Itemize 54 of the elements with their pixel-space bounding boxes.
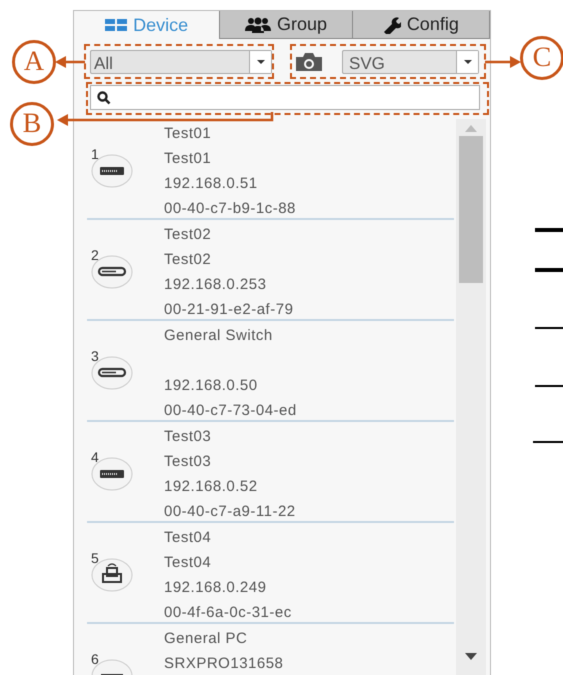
ip-address: 192.168.0.253: [164, 275, 268, 295]
device-name: Test03: [164, 427, 212, 447]
device-alias: SRXPRO131658: [164, 654, 284, 674]
mac-address: 00-40-c7-a9-11-22: [164, 502, 296, 522]
mac-address: 00-40-c7-b9-1c-88: [164, 199, 296, 219]
callout-label: B: [10, 102, 54, 146]
device-name: General PC: [164, 629, 248, 649]
row-number: 3: [91, 347, 99, 366]
scroll-up-icon[interactable]: [465, 125, 477, 132]
mac-address: 00-21-91-e2-af-79: [164, 300, 294, 320]
row-number: 6: [91, 650, 99, 669]
ip-address: 192.168.0.52: [164, 477, 259, 497]
device-name: Test01: [164, 124, 212, 144]
device-name: Test04: [164, 528, 212, 548]
wrench-icon: [382, 16, 401, 34]
callout-label: C: [520, 36, 563, 80]
row-number: 2: [91, 246, 99, 265]
row-number: 1: [91, 145, 99, 164]
device-name: Test02: [164, 225, 212, 245]
device-name: General Switch: [164, 326, 274, 346]
device-row[interactable]: 6 General PC SRXPRO131658: [87, 624, 454, 675]
device-row[interactable]: 2 Test02 Test02 192.168.0.253 00-21-91-e2-af-79: [87, 220, 454, 321]
filter-dropdown[interactable]: All: [90, 50, 272, 74]
row-number: 4: [91, 448, 99, 467]
scroll-down-icon[interactable]: [465, 653, 477, 660]
mac-address: 00-4f-6a-0c-31-ec: [164, 603, 292, 623]
caret-icon: [256, 60, 264, 64]
ip-address: 192.168.0.51: [164, 174, 259, 194]
device-row[interactable]: 1 Test01 Test01 192.168.0.51 00-40-c7-b9-1c-88: [87, 119, 454, 220]
search-field[interactable]: [90, 85, 480, 110]
scrollbar-thumb[interactable]: [459, 136, 483, 283]
grid-icon: [105, 19, 128, 31]
tab[interactable]: Config: [352, 11, 490, 39]
callout-arrow: [485, 55, 521, 69]
ip-address: 192.168.0.50: [164, 376, 259, 396]
ip-address: 192.168.0.249: [164, 578, 268, 598]
tab[interactable]: Group: [220, 11, 353, 39]
device-row[interactable]: 4 Test03 Test03 192.168.0.52 00-40-c7-a9-11-22: [87, 422, 454, 523]
camera-icon[interactable]: [294, 52, 324, 72]
scrollbar[interactable]: [456, 119, 486, 675]
device-row[interactable]: 3 General Switch 192.168.0.50 00-40-c7-73-04-ed: [87, 321, 454, 422]
search-icon: [97, 90, 111, 104]
callout-label: A: [12, 40, 56, 84]
device-alias: Test02: [164, 250, 212, 270]
device-row[interactable]: 5 Test04 Test04 192.168.0.249 00-4f-6a-0c-31-ec: [87, 523, 454, 624]
format-dropdown[interactable]: SVG: [342, 50, 479, 74]
device-alias: Test01: [164, 149, 212, 169]
callout-arrow: [55, 55, 85, 69]
mac-address: 00-40-c7-73-04-ed: [164, 401, 297, 421]
caret-icon: [464, 60, 472, 64]
row-number: 5: [91, 549, 99, 568]
device-alias: Test03: [164, 452, 212, 472]
device-alias: Test04: [164, 553, 212, 573]
people-icon: [244, 16, 271, 32]
